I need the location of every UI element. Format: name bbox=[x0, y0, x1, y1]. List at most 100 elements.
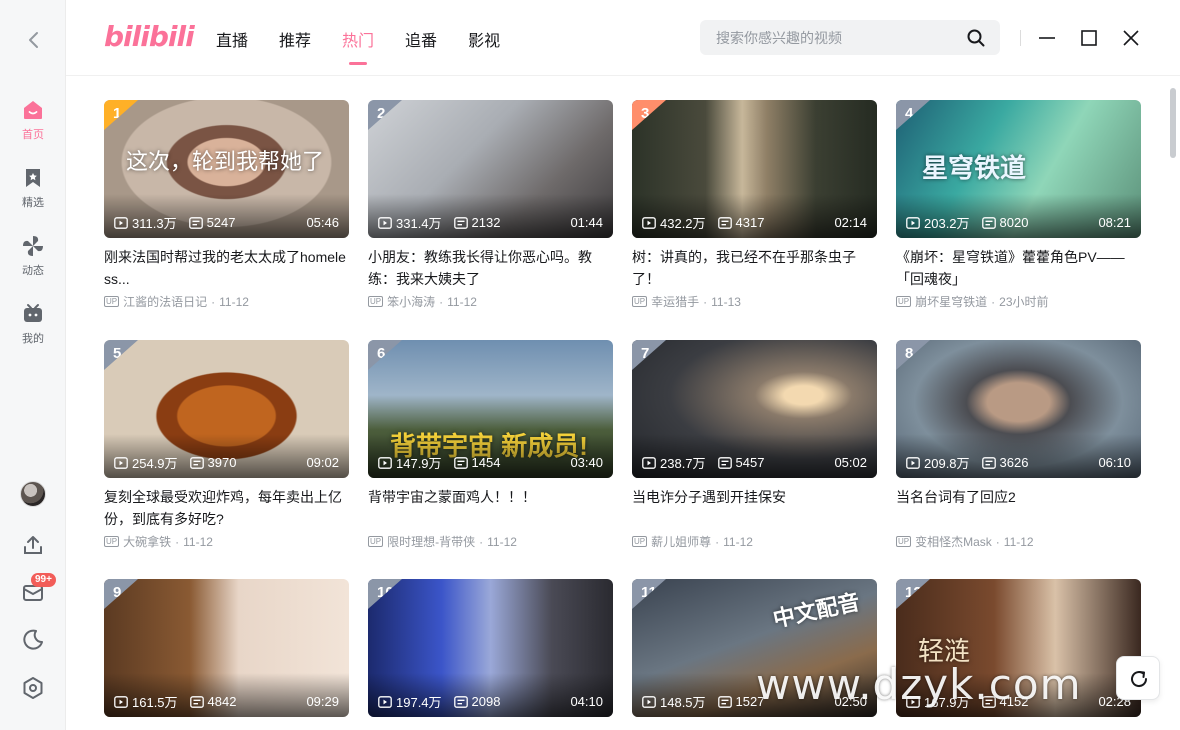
video-card[interactable]: 5 254.9万 3970 09:02 复刻全球最受欢迎炸鸡，每年卖出上亿份，到… bbox=[104, 340, 349, 550]
play-count-icon bbox=[114, 216, 128, 229]
video-duration: 08:21 bbox=[1098, 215, 1131, 230]
close-icon[interactable] bbox=[1120, 27, 1142, 49]
video-thumbnail[interactable]: 9 161.5万 4842 09:29 bbox=[104, 579, 349, 717]
video-thumbnail[interactable]: 8 209.8万 3626 06:10 bbox=[896, 340, 1141, 478]
rank-badge: 6 bbox=[368, 340, 402, 370]
video-card[interactable]: 10 197.4万 2098 04:10 bbox=[368, 579, 613, 717]
tab-movies[interactable]: 影视 bbox=[468, 27, 500, 51]
publish-date: 11-12 bbox=[447, 294, 477, 309]
danmaku-count: 5457 bbox=[735, 455, 765, 470]
meta-separator: · bbox=[715, 534, 720, 549]
video-title[interactable]: 复刻全球最受欢迎炸鸡，每年卖出上亿份，到底有多好吃? bbox=[104, 486, 349, 530]
sidebar-item-mine[interactable]: 我的 bbox=[0, 302, 66, 346]
video-title[interactable]: 刚来法国时帮过我的老太太成了homeless... bbox=[104, 246, 349, 290]
video-duration: 06:10 bbox=[1098, 455, 1131, 470]
video-card[interactable]: 这次，轮到我帮她了 1 311.3万 5247 05:46 刚来法国时帮过我的老… bbox=[104, 100, 349, 310]
rank-badge: 4 bbox=[896, 100, 930, 130]
video-title[interactable]: 当电诈分子遇到开挂保安 bbox=[632, 486, 877, 530]
video-card[interactable]: 2 331.4万 2132 01:44 小朋友：教练我长得让你恶心吗。教练：我来… bbox=[368, 100, 613, 310]
video-title[interactable]: 当名台词有了回应2 bbox=[896, 486, 1141, 530]
topbar-divider bbox=[1020, 30, 1021, 46]
video-thumbnail[interactable]: 这次，轮到我帮她了 1 311.3万 5247 05:46 bbox=[104, 100, 349, 238]
meta-separator: · bbox=[211, 294, 216, 309]
uploader-name[interactable]: 大碗拿铁 bbox=[123, 533, 171, 550]
play-count-icon bbox=[906, 216, 920, 229]
video-title[interactable]: 小朋友：教练我长得让你恶心吗。教练：我来大姨夫了 bbox=[368, 246, 613, 290]
maximize-icon[interactable] bbox=[1078, 27, 1100, 49]
video-thumbnail[interactable]: 10 197.4万 2098 04:10 bbox=[368, 579, 613, 717]
video-card[interactable]: 9 161.5万 4842 09:29 bbox=[104, 579, 349, 717]
view-count: 203.2万 bbox=[924, 216, 970, 231]
meta-separator: · bbox=[995, 534, 1000, 549]
uploader-name[interactable]: 崩坏星穹铁道 bbox=[915, 293, 987, 310]
user-avatar[interactable] bbox=[20, 481, 46, 507]
dark-mode-button[interactable] bbox=[0, 628, 66, 657]
uploader-name[interactable]: 限时理想-背带侠 bbox=[387, 533, 475, 550]
uploader-name[interactable]: 幸运猎手 bbox=[651, 293, 699, 310]
thumbnail-caption: 星穹铁道 bbox=[922, 153, 1027, 183]
up-label-icon: UP bbox=[632, 296, 648, 307]
danmaku-icon bbox=[717, 695, 732, 708]
danmaku-count: 3626 bbox=[999, 455, 1029, 470]
video-card[interactable]: 星穹铁道 4 203.2万 8020 08:21 《崩坏：星穹铁道》藿藿角色PV… bbox=[896, 100, 1141, 310]
danmaku-count: 2098 bbox=[471, 694, 501, 709]
watermark: www.dzyk.com bbox=[756, 660, 1082, 709]
upload-button[interactable] bbox=[0, 533, 66, 562]
video-card[interactable]: 3 432.2万 4317 02:14 树：讲真的，我已经不在乎那条虫子了！ U… bbox=[632, 100, 877, 310]
back-arrow-icon[interactable] bbox=[22, 28, 46, 52]
tab-hot[interactable]: 热门 bbox=[342, 27, 374, 65]
thumbnail-caption: 这次，轮到我帮她了 bbox=[126, 149, 325, 174]
minimize-icon[interactable] bbox=[1036, 27, 1058, 49]
tab-recommend[interactable]: 推荐 bbox=[279, 27, 311, 51]
notification-badge: 99+ bbox=[31, 573, 56, 587]
search-input[interactable] bbox=[716, 28, 956, 47]
play-count-icon bbox=[114, 695, 128, 708]
refresh-button[interactable] bbox=[1116, 656, 1160, 700]
video-thumbnail[interactable]: 背带宇宙 新成员! 6 147.9万 1454 03:40 bbox=[368, 340, 613, 478]
sidebar-item-label: 动态 bbox=[22, 265, 44, 277]
video-thumbnail[interactable]: 2 331.4万 2132 01:44 bbox=[368, 100, 613, 238]
video-title[interactable]: 《崩坏：星穹铁道》藿藿角色PV——「回魂夜」 bbox=[896, 246, 1141, 290]
uploader-name[interactable]: 薪儿姐师尊 bbox=[651, 533, 711, 550]
sidebar-item-label: 精选 bbox=[22, 197, 44, 209]
video-thumbnail[interactable]: 3 432.2万 4317 02:14 bbox=[632, 100, 877, 238]
video-stats: 254.9万 3970 09:02 bbox=[114, 453, 339, 472]
tab-live[interactable]: 直播 bbox=[216, 27, 248, 51]
video-thumbnail[interactable]: 星穹铁道 4 203.2万 8020 08:21 bbox=[896, 100, 1141, 238]
play-count-icon bbox=[642, 695, 656, 708]
video-title[interactable]: 树：讲真的，我已经不在乎那条虫子了！ bbox=[632, 246, 877, 290]
play-count-icon bbox=[114, 456, 128, 469]
danmaku-icon bbox=[453, 695, 468, 708]
danmaku-count: 8020 bbox=[999, 215, 1029, 230]
rank-badge: 5 bbox=[104, 340, 138, 370]
video-card[interactable]: 8 209.8万 3626 06:10 当名台词有了回应2 UP 变相怪杰Mask… bbox=[896, 340, 1141, 550]
sidebar-item-featured[interactable]: 精选 bbox=[0, 166, 66, 210]
video-thumbnail[interactable]: 7 238.7万 5457 05:02 bbox=[632, 340, 877, 478]
video-meta: UP 笨小海涛 · 11-12 bbox=[368, 293, 613, 310]
sidebar-item-dynamic[interactable]: 动态 bbox=[0, 234, 66, 278]
video-thumbnail[interactable]: 5 254.9万 3970 09:02 bbox=[104, 340, 349, 478]
settings-button[interactable] bbox=[0, 676, 66, 705]
search-icon[interactable] bbox=[966, 28, 986, 48]
play-count-icon bbox=[378, 695, 392, 708]
bilibili-logo[interactable]: bilibili bbox=[104, 20, 195, 53]
uploader-name[interactable]: 江酱的法语日记 bbox=[123, 293, 207, 310]
tab-anime[interactable]: 追番 bbox=[405, 27, 437, 51]
publish-date: 11-12 bbox=[183, 534, 213, 549]
video-card[interactable]: 背带宇宙 新成员! 6 147.9万 1454 03:40 背带宇宙之蒙面鸡人！… bbox=[368, 340, 613, 550]
messages-button[interactable]: 99+ bbox=[0, 573, 66, 610]
up-label-icon: UP bbox=[104, 536, 120, 547]
publish-date: 23小时前 bbox=[999, 295, 1049, 309]
video-title[interactable]: 背带宇宙之蒙面鸡人！！！ bbox=[368, 486, 613, 530]
video-meta: UP 薪儿姐师尊 · 11-12 bbox=[632, 533, 877, 550]
avatar[interactable] bbox=[0, 481, 66, 507]
sidebar-item-home[interactable]: 首页 bbox=[0, 98, 66, 142]
publish-date: 11-12 bbox=[723, 534, 753, 549]
uploader-name[interactable]: 笨小海涛 bbox=[387, 293, 435, 310]
video-card[interactable]: 7 238.7万 5457 05:02 当电诈分子遇到开挂保安 UP 薪儿姐师尊 ·… bbox=[632, 340, 877, 550]
video-meta: UP 江酱的法语日记 · 11-12 bbox=[104, 293, 349, 310]
scrollbar-thumb[interactable] bbox=[1170, 88, 1176, 158]
video-duration: 04:10 bbox=[570, 694, 603, 709]
video-duration: 05:02 bbox=[834, 455, 867, 470]
uploader-name[interactable]: 变相怪杰Mask bbox=[915, 533, 992, 550]
